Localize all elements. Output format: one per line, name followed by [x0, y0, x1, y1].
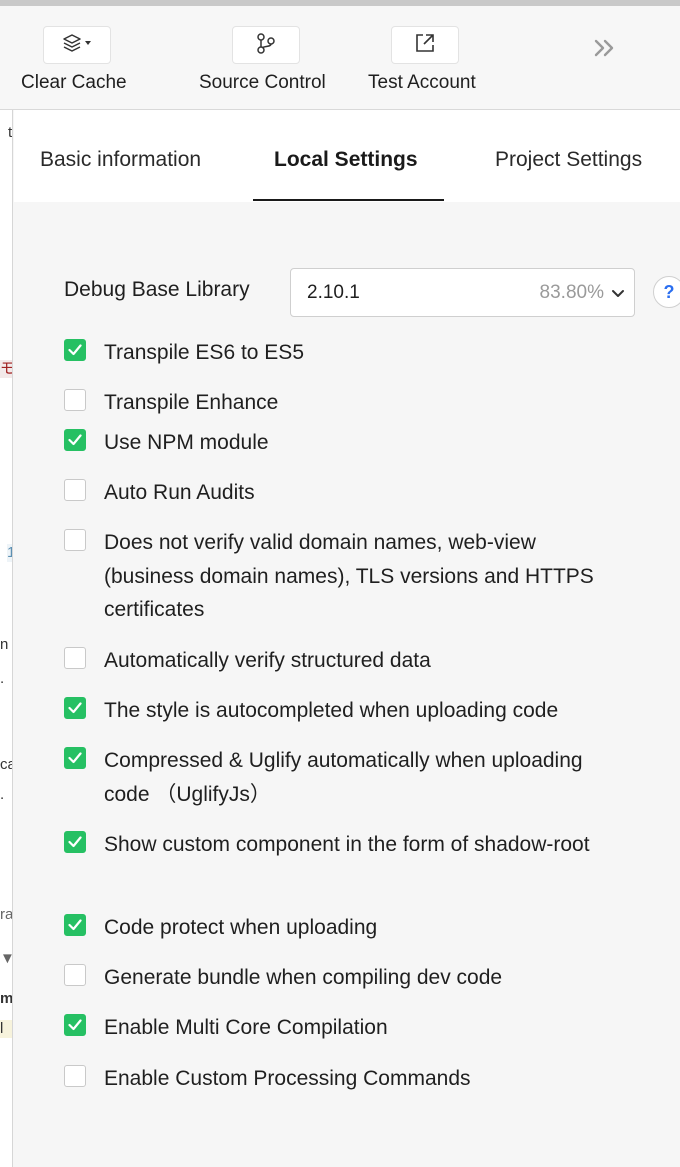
source-control-tool: Source Control [190, 6, 350, 110]
checkmark-icon [68, 702, 82, 714]
left-fragment: ca [0, 756, 12, 773]
left-fragment: 1 [7, 544, 12, 562]
debug-base-library-label: Debug Base Library [64, 278, 250, 301]
option-label: Show custom component in the form of sha… [104, 833, 590, 856]
tab-project-settings[interactable]: Project Settings [495, 148, 642, 172]
source-control-label: Source Control [199, 72, 326, 93]
clear-cache-label: Clear Cache [21, 72, 127, 93]
left-fragment: ra [0, 906, 13, 923]
left-fragment: l [0, 1020, 12, 1038]
layers-icon [60, 32, 94, 59]
clear-cache-button[interactable] [43, 26, 111, 64]
option-label: Automatically verify structured data [104, 649, 431, 672]
option-checkbox[interactable] [64, 389, 86, 411]
option-label: Generate bundle when compiling dev code [104, 966, 503, 989]
source-control-button[interactable] [232, 26, 300, 64]
checkmark-icon [68, 919, 82, 931]
clear-cache-tool: Clear Cache [0, 6, 160, 110]
help-button[interactable]: ? [653, 276, 680, 308]
test-account-button[interactable] [391, 26, 459, 64]
option-label: Code protect when uploading [104, 916, 378, 939]
git-branch-icon [255, 32, 277, 59]
left-fragment: t [8, 124, 13, 141]
double-chevron-right-icon [592, 38, 618, 63]
left-fragment: . [0, 786, 5, 803]
debug-base-library-select[interactable]: 2.10.1 83.80% [290, 268, 635, 317]
option-checkbox[interactable] [64, 964, 86, 986]
option-checkbox[interactable] [64, 429, 86, 451]
option-label: Use NPM module [104, 431, 269, 454]
option-checkbox[interactable] [64, 697, 86, 719]
option-checkbox[interactable] [64, 647, 86, 669]
library-version-value: 2.10.1 [307, 282, 360, 303]
option-label: Compressed & Uglify automatically when u… [104, 749, 583, 806]
tab-basic-information[interactable]: Basic information [40, 148, 201, 172]
checkmark-icon [68, 836, 82, 848]
left-fragment: mp [0, 990, 13, 1007]
left-fragment: n [0, 636, 9, 653]
option-label: The style is autocompleted when uploadin… [104, 699, 559, 722]
left-fragment: . [0, 670, 5, 687]
option-checkbox[interactable] [64, 529, 86, 551]
option-label: Transpile ES6 to ES5 [104, 341, 304, 364]
option-checkbox[interactable] [64, 831, 86, 853]
option-checkbox[interactable] [64, 479, 86, 501]
option-checkbox[interactable] [64, 339, 86, 361]
checkmark-icon [68, 752, 82, 764]
left-fragment: モ [0, 360, 12, 378]
external-link-icon [414, 32, 436, 59]
option-label: Transpile Enhance [104, 391, 279, 414]
option-checkbox[interactable] [64, 1065, 86, 1087]
option-label: Auto Run Audits [104, 481, 255, 504]
test-account-tool: Test Account [360, 6, 520, 110]
settings-tabs: Basic information Local Settings Project… [14, 110, 680, 202]
option-checkbox[interactable] [64, 914, 86, 936]
library-percentage: 83.80% [539, 282, 604, 303]
settings-panel: Basic information Local Settings Project… [14, 110, 680, 1167]
tab-local-settings[interactable]: Local Settings [274, 148, 418, 172]
test-account-label: Test Account [368, 72, 476, 93]
left-fragment: ▼ [0, 950, 12, 968]
checkmark-icon [68, 1019, 82, 1031]
option-label: Enable Custom Processing Commands [104, 1067, 471, 1090]
option-label: Does not verify valid domain names, web-… [104, 531, 594, 621]
toolbar-expand-button[interactable] [588, 38, 622, 62]
option-checkbox[interactable] [64, 1014, 86, 1036]
chevron-down-icon [611, 286, 625, 300]
active-tab-indicator [253, 199, 444, 201]
checkmark-icon [68, 434, 82, 446]
checkmark-icon [68, 344, 82, 356]
option-checkbox[interactable] [64, 747, 86, 769]
left-editor-strip: t モ 1 n . ca . ra ▼ mp l [0, 110, 13, 1167]
toolbar: Clear Cache Source Control Test Account [0, 6, 680, 110]
option-label: Enable Multi Core Compilation [104, 1016, 388, 1039]
